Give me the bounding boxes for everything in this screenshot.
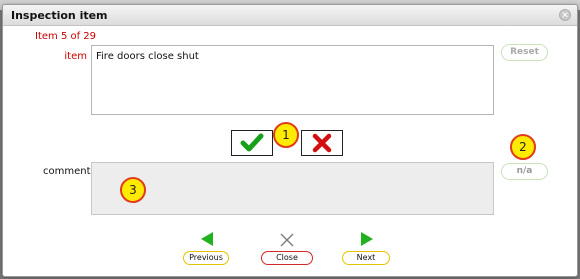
inspection-item-dialog: Inspection item ✕ Item 5 of 29 item Fire… xyxy=(2,4,578,277)
annotation-marker-3: 3 xyxy=(120,177,146,203)
item-counter: Item 5 of 29 xyxy=(35,31,97,42)
previous-button[interactable]: Previous xyxy=(183,251,229,265)
triangle-right-icon[interactable] xyxy=(360,231,374,247)
annotation-marker-2: 2 xyxy=(510,134,536,160)
comment-field[interactable] xyxy=(91,162,494,215)
fail-button[interactable] xyxy=(301,130,343,156)
next-button[interactable]: Next xyxy=(342,251,390,265)
dialog-title: Inspection item xyxy=(11,9,108,22)
annotation-marker-1: 1 xyxy=(273,122,299,148)
pass-button[interactable] xyxy=(231,130,273,156)
item-label: item xyxy=(64,51,87,62)
checkmark-icon xyxy=(240,133,264,152)
close-button[interactable]: Close xyxy=(261,251,313,265)
cross-icon xyxy=(312,133,332,153)
reset-button[interactable]: Reset xyxy=(501,44,548,61)
x-icon[interactable] xyxy=(279,232,295,248)
item-text-area[interactable]: Fire doors close shut xyxy=(91,45,494,115)
dialog-titlebar: Inspection item ✕ xyxy=(3,5,577,26)
na-button[interactable]: n/a xyxy=(501,163,548,180)
close-circle-icon[interactable]: ✕ xyxy=(559,9,571,21)
item-text: Fire doors close shut xyxy=(96,51,199,62)
comment-label: comment xyxy=(43,166,91,177)
triangle-left-icon[interactable] xyxy=(200,231,214,247)
